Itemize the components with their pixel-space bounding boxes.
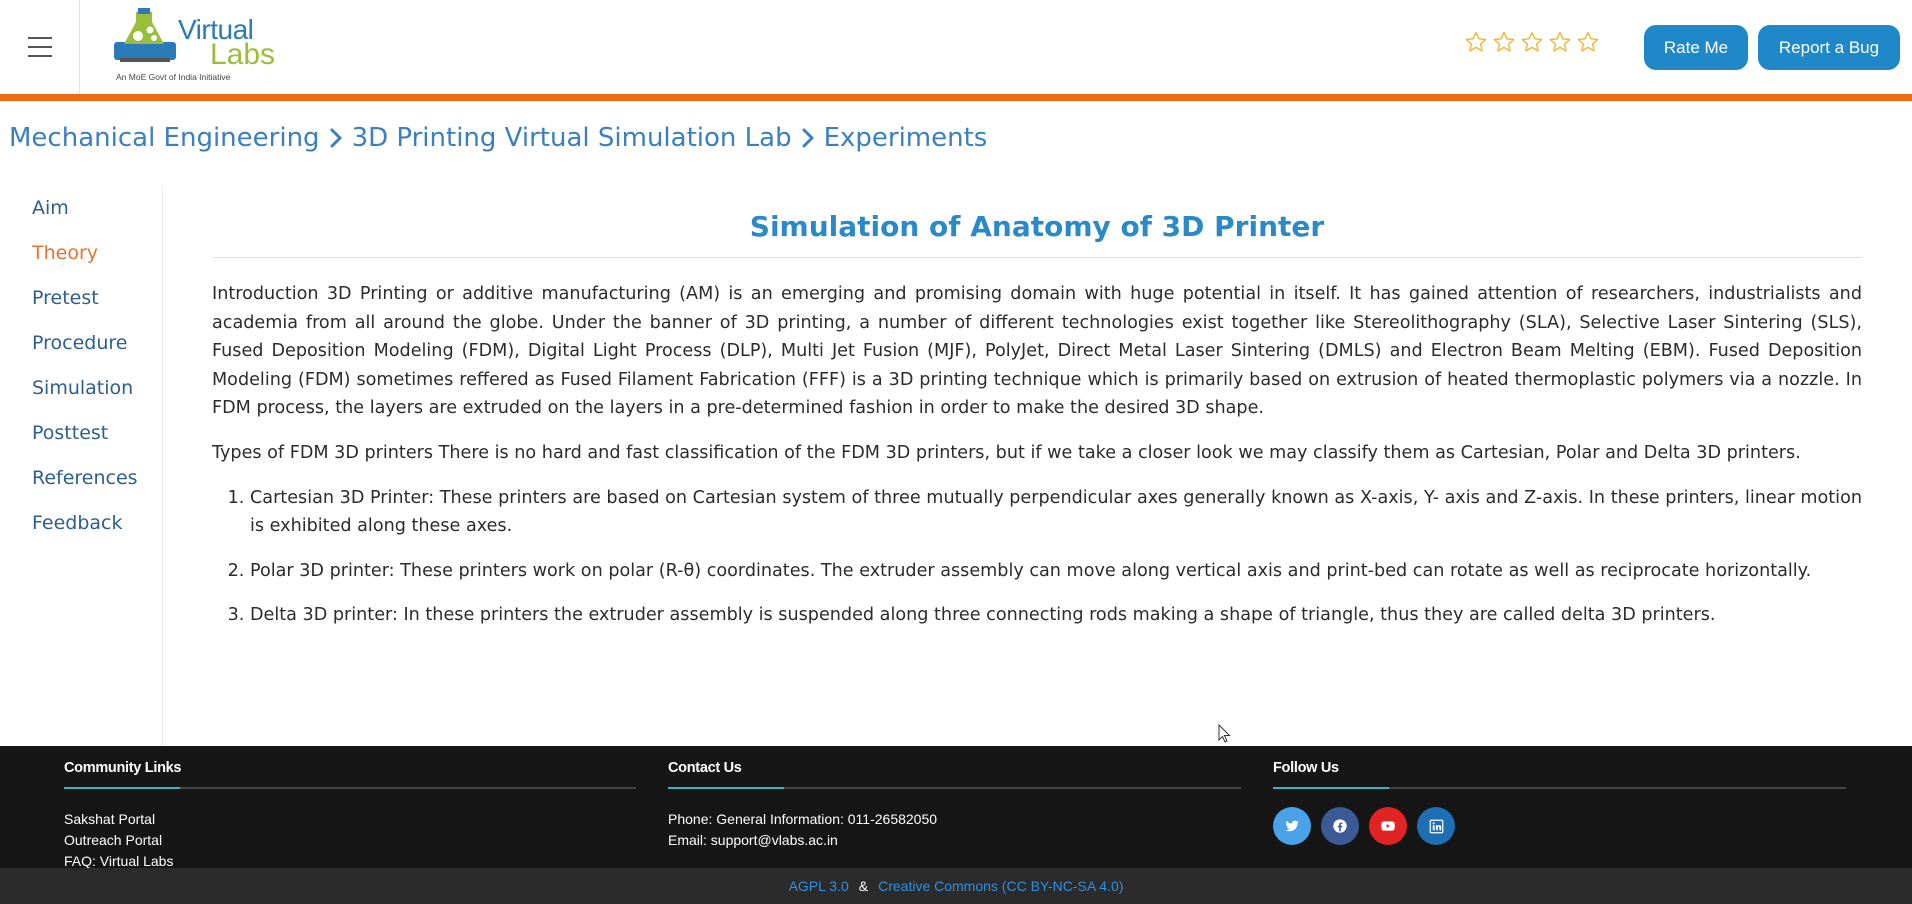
contact-email: Email: support@vlabs.ac.in xyxy=(668,832,838,848)
footer-divider xyxy=(1273,787,1846,789)
footer-heading-contact: Contact Us xyxy=(668,760,742,776)
sidebar-item-pretest[interactable]: Pretest xyxy=(32,276,162,321)
intro-paragraph: Introduction 3D Printing or additive man… xyxy=(212,284,1862,419)
theory-content: Simulation of Anatomy of 3D Printer Intr… xyxy=(212,186,1862,646)
footer-link-sakshat[interactable]: Sakshat Portal xyxy=(64,809,636,830)
list-item: Delta 3D printer: In these printers the … xyxy=(250,601,1862,630)
printer-types-list: Cartesian 3D Printer: These printers are… xyxy=(212,484,1862,630)
logo-tagline: An MoE Govt of India Initiative xyxy=(116,72,231,82)
linkedin-icon[interactable] xyxy=(1417,807,1455,845)
twitter-icon[interactable] xyxy=(1273,807,1311,845)
mouse-cursor-icon xyxy=(1218,724,1231,743)
list-item: Cartesian 3D Printer: These printers are… xyxy=(250,484,1862,541)
license-separator: & xyxy=(858,878,869,894)
footer-follow-column: Follow Us xyxy=(1273,760,1846,845)
list-item: Polar 3D printer: These printers work on… xyxy=(250,557,1862,586)
rating-stars xyxy=(1464,30,1600,54)
header-accent-bar xyxy=(0,94,1912,101)
chevron-right-icon xyxy=(801,127,815,149)
chevron-right-icon xyxy=(329,127,343,149)
sidebar-item-procedure[interactable]: Procedure xyxy=(32,321,162,366)
sidebar-item-feedback[interactable]: Feedback xyxy=(32,501,162,546)
license-link-cc[interactable]: Creative Commons (CC BY-NC-SA 4.0) xyxy=(878,878,1123,894)
footer-link-outreach[interactable]: Outreach Portal xyxy=(64,830,636,851)
footer-divider xyxy=(668,787,1241,789)
logo-text-labs: Labs xyxy=(210,38,276,71)
sidebar-item-theory[interactable]: Theory xyxy=(32,231,162,276)
sidebar-item-references[interactable]: References xyxy=(32,456,162,501)
rate-me-button[interactable]: Rate Me xyxy=(1644,25,1748,70)
sidebar-item-simulation[interactable]: Simulation xyxy=(32,366,162,411)
footer-heading-follow: Follow Us xyxy=(1273,760,1339,776)
footer-community-column: Community Links Sakshat Portal Outreach … xyxy=(64,760,636,872)
sidebar-item-posttest[interactable]: Posttest xyxy=(32,411,162,456)
star-icon[interactable] xyxy=(1576,30,1600,54)
page-title: Simulation of Anatomy of 3D Printer xyxy=(212,186,1862,258)
logo-flask-icon xyxy=(114,8,176,62)
social-links xyxy=(1273,807,1846,845)
star-icon[interactable] xyxy=(1520,30,1544,54)
star-icon[interactable] xyxy=(1464,30,1488,54)
virtual-labs-logo[interactable]: Virtual Labs An MoE Govt of India Initia… xyxy=(108,6,275,86)
breadcrumb-item-lab[interactable]: 3D Printing Virtual Simulation Lab xyxy=(352,123,792,153)
experiment-sidebar: Aim Theory Pretest Procedure Simulation … xyxy=(0,186,163,746)
breadcrumb-item-experiments[interactable]: Experiments xyxy=(824,123,988,153)
footer-heading-community: Community Links xyxy=(64,760,182,776)
youtube-icon[interactable] xyxy=(1369,807,1407,845)
star-icon[interactable] xyxy=(1492,30,1516,54)
menu-toggle-button[interactable] xyxy=(0,0,80,94)
star-icon[interactable] xyxy=(1548,30,1572,54)
footer-divider xyxy=(64,787,636,789)
breadcrumb-item-department[interactable]: Mechanical Engineering xyxy=(9,123,320,153)
footer-contact-column: Contact Us Phone: General Information: 0… xyxy=(668,760,1241,851)
site-footer: Community Links Sakshat Portal Outreach … xyxy=(0,746,1912,869)
sidebar-item-aim[interactable]: Aim xyxy=(32,186,162,231)
hamburger-icon xyxy=(27,34,52,61)
facebook-icon[interactable] xyxy=(1321,807,1359,845)
breadcrumb: Mechanical Engineering 3D Printing Virtu… xyxy=(9,123,987,153)
contact-phone: Phone: General Information: 011-26582050 xyxy=(668,811,938,827)
site-header: Virtual Labs An MoE Govt of India Initia… xyxy=(0,0,1912,94)
license-link-agpl[interactable]: AGPL 3.0 xyxy=(789,878,849,894)
types-intro-paragraph: Types of FDM 3D printers There is no har… xyxy=(212,442,1801,463)
license-bar: AGPL 3.0 & Creative Commons (CC BY-NC-SA… xyxy=(0,868,1912,904)
report-bug-button[interactable]: Report a Bug xyxy=(1758,25,1900,70)
